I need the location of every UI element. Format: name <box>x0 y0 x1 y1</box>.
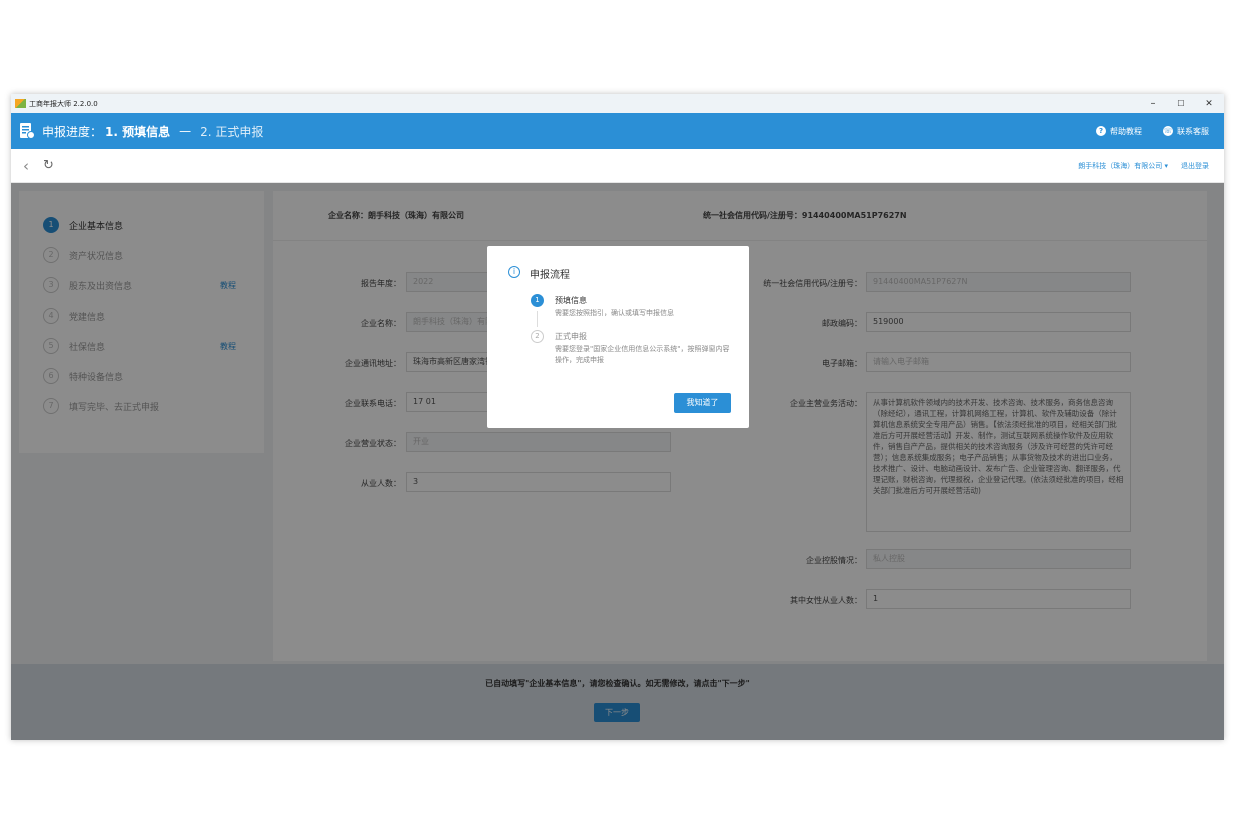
close-button[interactable]: ✕ <box>1195 94 1223 113</box>
maximize-button[interactable]: ☐ <box>1167 94 1195 113</box>
title-bar: 工商年报大师 2.2.0.0 – ☐ ✕ <box>11 94 1224 113</box>
document-icon <box>19 122 35 140</box>
minimize-button[interactable]: – <box>1139 94 1167 113</box>
company-label: 朗手科技（珠海）有限公司 <box>1078 162 1163 170</box>
help-label: 帮助教程 <box>1110 126 1142 136</box>
help-link[interactable]: ? 帮助教程 <box>1096 113 1142 149</box>
dialog-step-title: 正式申报 <box>555 332 587 341</box>
dialog-step-desc: 需要您按照指引，确认或填写申报信息 <box>555 309 674 317</box>
got-it-button[interactable]: 我知道了 <box>674 393 731 413</box>
process-dialog: i 申报流程 1 预填信息 需要您按照指引，确认或填写申报信息 2 正式申报 需… <box>487 246 749 428</box>
contact-link[interactable]: ☏ 联系客服 <box>1163 113 1209 149</box>
progress-step-prefill: 1. 预填信息 <box>105 124 171 139</box>
app-window: 工商年报大师 2.2.0.0 – ☐ ✕ 申报进度： 1. 预填信息 — 2. … <box>11 94 1224 740</box>
info-icon: i <box>508 266 520 278</box>
dialog-step-title: 预填信息 <box>555 296 587 305</box>
dialog-step-desc: 需要您登录"国家企业信用信息公示系统"，按照弹窗内容操作，完成申报 <box>555 345 730 364</box>
progress-separator: — <box>179 124 192 138</box>
company-dropdown[interactable]: 朗手科技（珠海）有限公司 ▾ <box>1078 149 1168 183</box>
progress-label: 申报进度： <box>42 124 103 139</box>
logout-link[interactable]: 退出登录 <box>1181 149 1209 183</box>
progress-step-submit: 2. 正式申报 <box>200 124 264 139</box>
contact-label: 联系客服 <box>1177 126 1209 136</box>
dialog-step-number: 1 <box>531 294 544 307</box>
refresh-icon[interactable]: ↻ <box>43 158 54 173</box>
back-icon[interactable]: ‹ <box>23 157 29 175</box>
step-connector <box>537 311 538 327</box>
headset-icon: ☏ <box>1163 126 1173 136</box>
dialog-step-number: 2 <box>531 330 544 343</box>
help-icon: ? <box>1096 126 1106 136</box>
nav-bar: ‹ ↻ 朗手科技（珠海）有限公司 ▾ 退出登录 <box>11 149 1224 183</box>
dialog-title: 申报流程 <box>530 270 570 281</box>
progress-header: 申报进度： 1. 预填信息 — 2. 正式申报 ? 帮助教程 ☏ 联系客服 <box>11 113 1224 149</box>
app-logo-icon <box>15 99 26 108</box>
caret-down-icon: ▾ <box>1164 162 1168 170</box>
window-title: 工商年报大师 2.2.0.0 <box>29 99 98 108</box>
